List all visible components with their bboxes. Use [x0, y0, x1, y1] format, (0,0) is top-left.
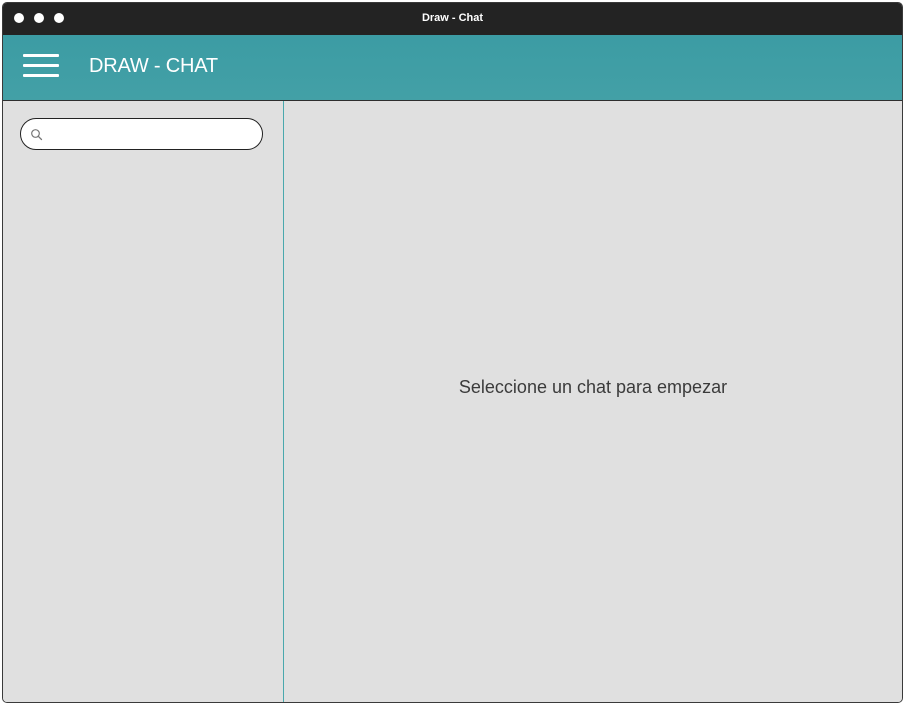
search-input[interactable] [49, 119, 250, 149]
window-titlebar: Draw - Chat [3, 3, 902, 35]
chat-content-area: Seleccione un chat para empezar [284, 101, 902, 702]
chat-list-sidebar [3, 101, 284, 702]
app-bar: DRAW - CHAT [3, 35, 902, 101]
empty-state-message: Seleccione un chat para empezar [458, 377, 728, 397]
window-title: Draw - Chat [421, 12, 484, 24]
search-box[interactable] [20, 118, 263, 150]
app-title: DRAW - CHAT [89, 55, 218, 77]
search-icon [31, 129, 43, 141]
hamburger-menu-icon[interactable] [23, 54, 59, 78]
app-window: Draw - Chat DRAW - CHAT Seleccione un ch… [2, 2, 903, 703]
